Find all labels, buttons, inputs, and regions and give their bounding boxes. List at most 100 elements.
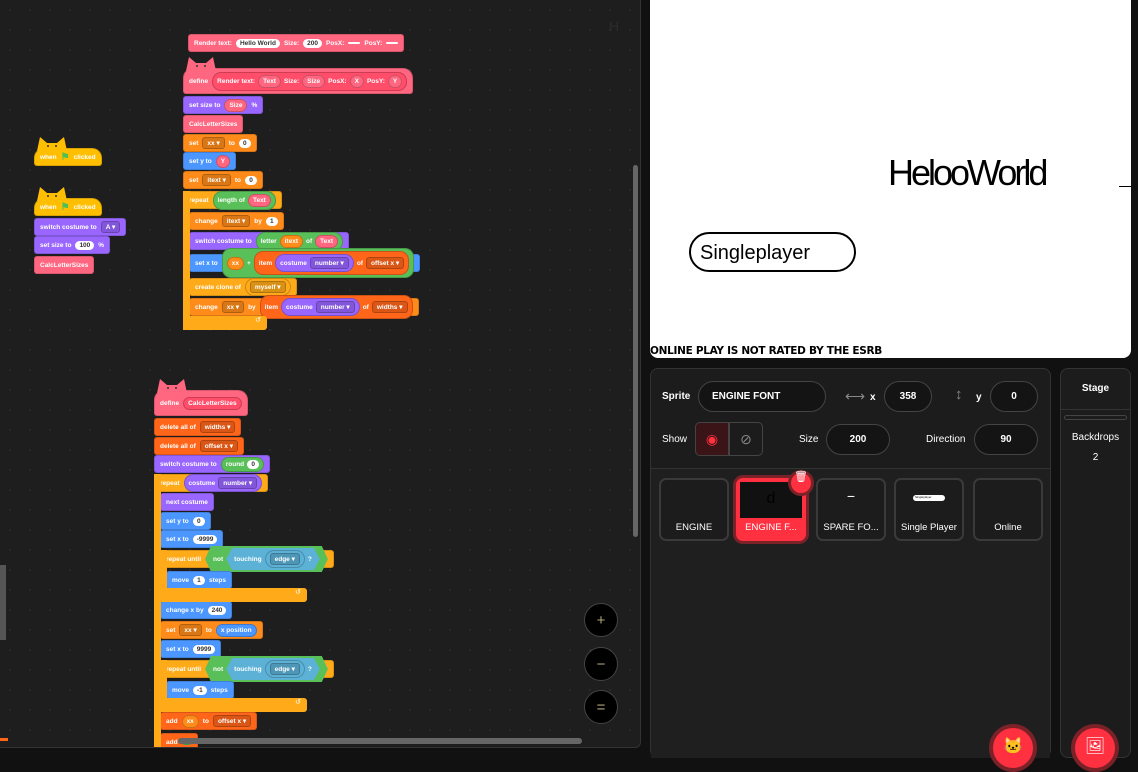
direction-input[interactable]: 90 — [974, 424, 1038, 455]
sprite-tile[interactable]: ENGINE — [659, 478, 729, 541]
number-input[interactable]: -9999 — [192, 534, 218, 544]
dropdown-menu[interactable]: widths — [199, 421, 236, 433]
number-input[interactable]: -1 — [192, 685, 207, 695]
number-input[interactable]: 1 — [192, 575, 205, 585]
define-render-text-hat[interactable]: define Render text: Text Size: Size PosX: X Pos… — [183, 57, 414, 94]
number-input[interactable]: 0 — [192, 516, 205, 526]
block-label: set x to — [195, 259, 218, 267]
dropdown-menu[interactable]: edge — [270, 553, 300, 565]
number-input[interactable]: 1 — [265, 216, 278, 226]
create-clone-block[interactable]: create clone of myself — [189, 278, 297, 296]
vertical-scrollbar[interactable] — [633, 165, 638, 537]
add-to-list-block[interactable]: add xx to offset x — [160, 712, 258, 730]
repeat-until-block[interactable]: repeat until not touching edge? — [160, 660, 334, 678]
repeat-until-block[interactable]: repeat until not touching edge? — [160, 550, 334, 568]
show-hidden-button[interactable]: ⊘ — [729, 422, 763, 456]
stage-canvas[interactable]: HelooWorld Singleplayer ONLINE PLAY IS N… — [650, 0, 1131, 358]
repeat-block[interactable]: repeat length of Text — [183, 190, 282, 210]
switch-costume-block[interactable]: switch costume to A — [34, 218, 127, 236]
number-input[interactable]: 0 — [247, 459, 260, 469]
number-input[interactable]: 200 — [303, 38, 322, 48]
dropdown-menu[interactable]: itext — [202, 174, 231, 186]
delete-list-block[interactable]: delete all of widths — [154, 418, 242, 436]
sprite-tile[interactable]: d 🗑 ENGINE F... — [736, 470, 814, 541]
move-steps-block[interactable]: move -1 steps — [166, 681, 234, 699]
number-input[interactable]: Hello World — [235, 38, 280, 48]
dropdown-menu[interactable]: number — [315, 301, 355, 313]
stage-panel[interactable] — [1060, 368, 1131, 758]
sprite-name-input[interactable]: ENGINE FONT — [698, 381, 826, 412]
add-sprite-button[interactable]: 🐱 — [989, 724, 1037, 772]
zoom-reset-button[interactable]: = — [584, 690, 618, 724]
call-calcletter-block[interactable]: CalcLetterSizes — [34, 256, 95, 274]
number-input[interactable] — [348, 42, 361, 44]
dropdown-menu[interactable]: xx — [221, 301, 245, 313]
move-steps-block[interactable]: move 1 steps — [166, 571, 232, 589]
block-label: costume — [280, 259, 307, 267]
sprite-tile[interactable]: − SPARE FO... — [816, 478, 886, 541]
singleplayer-button[interactable]: Singleplayer — [689, 232, 856, 272]
dropdown-menu[interactable]: number — [309, 257, 349, 269]
switch-costume-block[interactable]: switch costume to round 0 — [154, 455, 271, 473]
add-backdrop-button[interactable]: 🖼 — [1071, 724, 1119, 772]
dropdown-menu[interactable]: myself — [249, 281, 286, 293]
number-input[interactable]: 0 — [238, 138, 251, 148]
call-render-text-block[interactable]: Render text: Hello World Size: 200 PosX: PosY… — [188, 34, 405, 52]
x-input[interactable]: 358 — [884, 381, 932, 412]
number-input[interactable]: 100 — [75, 240, 95, 250]
set-x-block[interactable]: set x to 9999 — [160, 640, 222, 658]
delete-list-block[interactable]: delete all of offset x — [154, 437, 244, 455]
when-flag-clicked-hat[interactable]: when ⚑ clicked — [34, 137, 102, 166]
dropdown-menu[interactable]: widths — [371, 301, 408, 313]
block-label: item — [264, 303, 279, 311]
sprite-tile[interactable]: Singleplayer Single Player — [894, 478, 964, 541]
dropdown-menu[interactable]: edge — [270, 663, 300, 675]
set-variable-block[interactable]: setitextto 0 — [183, 171, 263, 189]
set-size-block[interactable]: set size to 100% — [34, 236, 111, 254]
delete-sprite-button[interactable]: 🗑 — [788, 470, 814, 496]
zoom-out-button[interactable]: − — [584, 647, 618, 681]
left-scrollbar[interactable] — [0, 565, 6, 640]
block-label: add — [166, 717, 178, 725]
block-label: move — [172, 576, 189, 584]
number-input[interactable]: 240 — [207, 605, 227, 615]
dropdown-menu[interactable]: A — [100, 221, 121, 233]
when-flag-clicked-hat[interactable]: when ⚑ clicked — [34, 187, 102, 216]
define-calcletter-hat[interactable]: define CalcLetterSizes — [154, 379, 248, 416]
number-input[interactable] — [386, 42, 399, 44]
zoom-in-button[interactable]: + — [584, 603, 618, 637]
dropdown-menu[interactable]: offset x — [199, 440, 238, 452]
reporter-variables: xx — [226, 256, 244, 270]
size-input[interactable]: 200 — [826, 424, 890, 455]
call-calcletter-block[interactable]: CalcLetterSizes — [183, 115, 244, 133]
repeat-block[interactable]: repeat costume number — [154, 474, 269, 492]
set-x-block[interactable]: set x to -9999 — [160, 530, 224, 548]
show-visible-button[interactable]: ◉ — [695, 422, 729, 456]
set-variable-block[interactable]: setxxto0 — [183, 134, 257, 152]
dropdown-menu[interactable]: offset x — [365, 257, 405, 269]
horizontal-scrollbar[interactable] — [178, 738, 582, 744]
set-variable-block[interactable]: setxxtox position — [160, 621, 263, 639]
dropdown-menu[interactable]: itext — [221, 215, 251, 227]
next-costume-block[interactable]: next costume — [160, 493, 214, 511]
set-y-block[interactable]: set y to Y — [183, 152, 237, 170]
y-input[interactable]: 0 — [990, 381, 1038, 412]
number-input[interactable]: 9999 — [192, 644, 216, 654]
dropdown-menu[interactable]: xx — [202, 137, 225, 149]
dropdown-menu[interactable]: xx — [179, 624, 202, 636]
number-input[interactable]: 0 — [245, 175, 257, 185]
set-y-block[interactable]: set y to 0 — [160, 512, 211, 530]
sprite-tile[interactable]: Online — [973, 478, 1043, 541]
code-workspace[interactable]: when ⚑ clicked when ⚑ clicked switch costume t… — [0, 0, 641, 748]
block-label: set y to — [166, 517, 189, 525]
change-variable-block[interactable]: changeitextby1 — [189, 212, 284, 230]
size-label: Size — [799, 434, 819, 445]
dropdown-menu[interactable]: offset x — [212, 715, 252, 727]
set-size-block[interactable]: set size to Size% — [183, 96, 264, 114]
change-x-block[interactable]: change x by 240 — [160, 601, 233, 619]
block-label: set size to — [40, 241, 72, 249]
set-x-block[interactable]: set x toxx+itemcostumenumberofoffset x — [189, 248, 421, 278]
loop-arrow-icon: ↺ — [255, 317, 261, 324]
change-variable-block[interactable]: changexxbyitemcostumenumberofwidths — [189, 295, 419, 319]
dropdown-menu[interactable]: number — [218, 477, 258, 489]
